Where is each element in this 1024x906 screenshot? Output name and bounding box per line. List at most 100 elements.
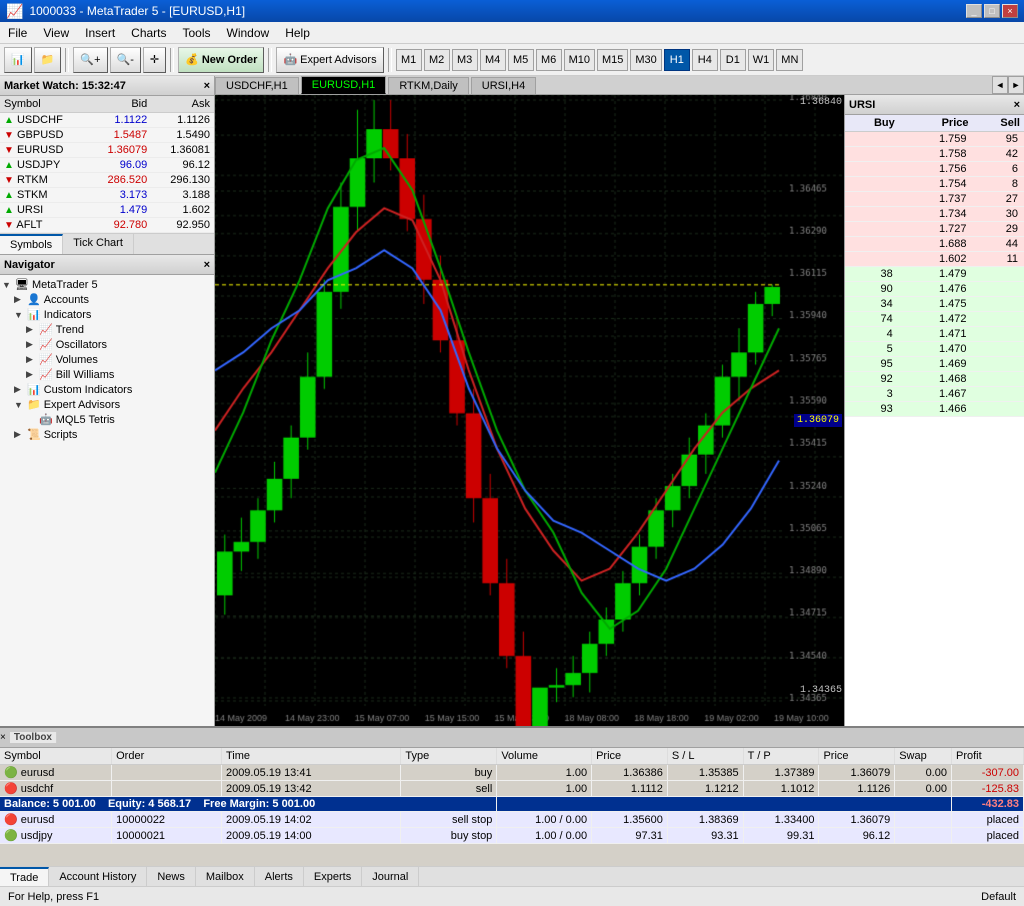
ursi-row: 3 1.467 [845,387,1024,402]
menu-insert[interactable]: Insert [77,22,123,43]
trade-swap: 0.00 [895,781,952,797]
trade-pending-row[interactable]: 🟢 usdjpy 10000021 2009.05.19 14:00 buy s… [0,828,1024,844]
mw-row[interactable]: ▲ USDJPY 96.09 96.12 [0,158,214,173]
maximize-button[interactable]: □ [984,4,1000,18]
ursi-price: 1.737 [899,192,973,207]
menu-help[interactable]: Help [277,22,318,43]
tf-w1[interactable]: W1 [748,49,775,71]
tab-tick-chart[interactable]: Tick Chart [63,234,134,254]
zoom-out-button[interactable]: 🔍- [110,47,141,73]
trade-col-header: S / L [667,748,743,765]
price-high: 1.36840 [800,97,842,108]
tf-m15[interactable]: M15 [597,49,628,71]
ursi-price: 1.758 [899,147,973,162]
chart-tab-left[interactable]: ◄ [992,76,1008,94]
tf-m4[interactable]: M4 [480,49,506,71]
tab-symbols[interactable]: Symbols [0,234,63,254]
ctab-usdchf[interactable]: USDCHF,H1 [215,77,299,94]
ctab-ursi[interactable]: URSI,H4 [471,77,536,94]
mw-ask: 296.130 [151,173,214,188]
tf-m5[interactable]: M5 [508,49,534,71]
tf-d1[interactable]: D1 [720,49,746,71]
ursi-sell: 29 [973,222,1024,237]
new-chart-button[interactable]: 📊 [4,47,32,73]
toolbox-label[interactable]: Toolbox [10,732,57,743]
mw-row[interactable]: ▼ AFLT 92.780 92.950 [0,218,214,233]
ctab-rtkm[interactable]: RTKM,Daily [388,77,468,94]
navigator-close[interactable]: × [204,259,210,271]
ursi-close[interactable]: × [1014,99,1020,111]
expert-advisors-button[interactable]: 🤖 Expert Advisors [276,47,383,73]
direction-icon: ▼ [4,175,14,186]
tf-m3[interactable]: M3 [452,49,478,71]
menu-charts[interactable]: Charts [123,22,174,43]
ursi-buy [845,132,899,147]
trade-pending-row[interactable]: 🔴 eurusd 10000022 2009.05.19 14:02 sell … [0,812,1024,828]
minimize-button[interactable]: _ [966,4,982,18]
mw-row[interactable]: ▼ EURUSD 1.36079 1.36081 [0,143,214,158]
ursi-row: 92 1.468 [845,372,1024,387]
ursi-price: 1.472 [899,312,973,327]
trade-symbol: 🟢 eurusd [0,765,112,781]
market-watch-close[interactable]: × [204,80,210,92]
bottom-tab-alerts[interactable]: Alerts [255,867,304,886]
tf-m1[interactable]: M1 [396,49,422,71]
ursi-row: 1.602 11 [845,252,1024,267]
market-watch-header: Market Watch: 15:32:47 × [0,76,214,96]
menu-tools[interactable]: Tools [175,22,219,43]
crosshair-button[interactable]: ✛ [143,47,166,73]
close-button[interactable]: × [1002,4,1018,18]
new-order-button[interactable]: 💰 New Order [178,47,264,73]
mw-row[interactable]: ▲ STKM 3.173 3.188 [0,188,214,203]
chart-area[interactable]: 1.36840 1.36079 1.34365 [215,95,844,726]
app-icon: 📈 [6,3,23,20]
open-button[interactable]: 📁 [34,47,62,73]
mw-row[interactable]: ▼ GBPUSD 1.5487 1.5490 [0,128,214,143]
nav-mql5-tetris[interactable]: 🤖 MQL5 Tetris [2,412,212,427]
trade-open-row[interactable]: 🔴 usdchf 2009.05.19 13:42 sell 1.00 1.11… [0,781,1024,797]
ctab-eurusd[interactable]: EURUSD,H1 [301,76,387,94]
nav-ea[interactable]: ▼ 📁 Expert Advisors [2,397,212,412]
ursi-price: 1.467 [899,387,973,402]
bottom-tab-account-history[interactable]: Account History [49,867,147,886]
bottom-tab-journal[interactable]: Journal [362,867,419,886]
nav-trend[interactable]: ▶ 📈 Trend [2,322,212,337]
menu-bar: File View Insert Charts Tools Window Hel… [0,22,1024,44]
bottom-tab-news[interactable]: News [147,867,196,886]
ursi-buy: 93 [845,402,899,417]
toolbar-sep2 [170,48,174,72]
nav-root[interactable]: ▼ 🖥 MetaTrader 5 [2,277,212,292]
trade-open-row[interactable]: 🟢 eurusd 2009.05.19 13:41 buy 1.00 1.363… [0,765,1024,781]
nav-volumes[interactable]: ▶ 📈 Volumes [2,352,212,367]
tf-m10[interactable]: M10 [564,49,595,71]
zoom-in-button[interactable]: 🔍+ [73,47,107,73]
ursi-buy: 4 [845,327,899,342]
trade-price-cur: 96.12 [819,828,895,844]
mw-row[interactable]: ▲ USDCHF 1.1122 1.1126 [0,113,214,128]
mw-row[interactable]: ▲ URSI 1.479 1.602 [0,203,214,218]
nav-bill-williams[interactable]: ▶ 📈 Bill Williams [2,367,212,382]
tf-m30[interactable]: M30 [630,49,661,71]
menu-window[interactable]: Window [219,22,278,43]
bottom-tab-experts[interactable]: Experts [304,867,362,886]
nav-custom[interactable]: ▶ 📊 Custom Indicators [2,382,212,397]
nav-scripts[interactable]: ▶ 📜 Scripts [2,427,212,442]
chart-tab-right[interactable]: ► [1008,76,1024,94]
ursi-price: 1.469 [899,357,973,372]
tf-m6[interactable]: M6 [536,49,562,71]
market-watch-table: Symbol Bid Ask ▲ USDCHF 1.1122 1.1126 ▼ … [0,96,214,233]
trade-close-btn[interactable]: × [0,732,6,743]
nav-accounts[interactable]: ▶ 👤 Accounts [2,292,212,307]
menu-view[interactable]: View [35,22,77,43]
mw-row[interactable]: ▼ RTKM 286.520 296.130 [0,173,214,188]
menu-file[interactable]: File [0,22,35,43]
bottom-tab-trade[interactable]: Trade [0,867,49,886]
tf-m2[interactable]: M2 [424,49,450,71]
nav-oscillators[interactable]: ▶ 📈 Oscillators [2,337,212,352]
tf-mn[interactable]: MN [776,49,803,71]
bottom-tab-mailbox[interactable]: Mailbox [196,867,255,886]
nav-indicators[interactable]: ▼ 📊 Indicators [2,307,212,322]
expand-icon: ▶ [26,354,36,365]
tf-h4[interactable]: H4 [692,49,718,71]
tf-h1[interactable]: H1 [664,49,690,71]
